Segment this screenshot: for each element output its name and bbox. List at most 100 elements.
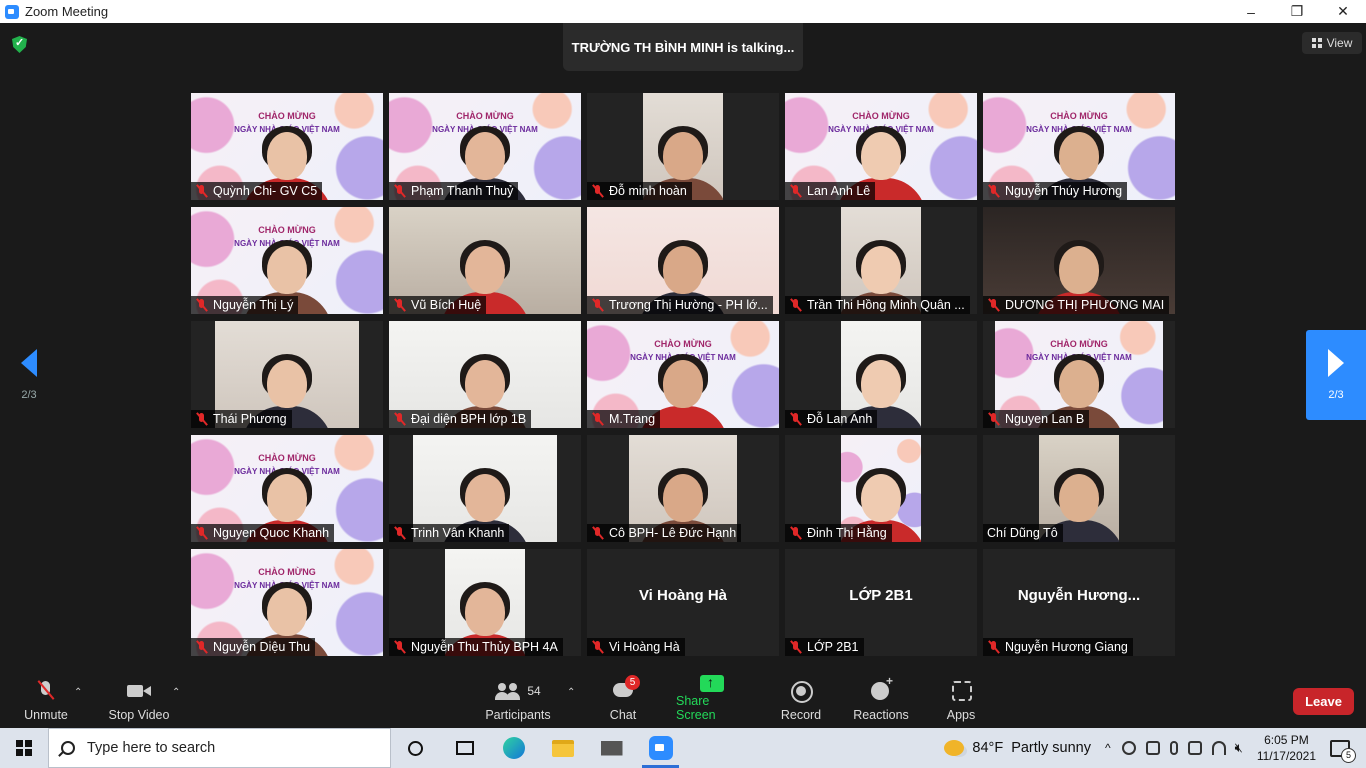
microphone-muted-icon xyxy=(789,184,802,198)
view-button[interactable]: View xyxy=(1302,32,1362,54)
meet-now-icon[interactable] xyxy=(1145,741,1160,755)
microphone-muted-icon xyxy=(195,640,208,654)
weather-description[interactable]: Partly sunny xyxy=(1011,740,1091,756)
maximize-button[interactable]: ❐ xyxy=(1274,0,1320,23)
start-button[interactable] xyxy=(0,728,48,768)
participant-tile[interactable]: Chí Dũng Tô xyxy=(983,435,1175,542)
microphone-muted-icon xyxy=(789,640,802,654)
participant-name-label: M.Trang xyxy=(587,410,661,428)
record-button[interactable]: Record xyxy=(780,673,822,728)
microphone-muted-icon xyxy=(393,526,406,540)
participant-tile[interactable]: DƯƠNG THỊ PHƯƠNG MAI xyxy=(983,207,1175,314)
microphone-muted-icon xyxy=(591,412,604,426)
participant-tile[interactable]: CHÀO MỪNGNGÀY NHÀ GIÁO VIỆT NAM20 - 11Ph… xyxy=(389,93,581,200)
apps-button[interactable]: Apps xyxy=(944,673,978,728)
participant-tile[interactable]: Trần Thi Hồng Minh Quân ... xyxy=(785,207,977,314)
microphone-muted-icon xyxy=(987,184,1000,198)
encryption-shield-icon[interactable] xyxy=(12,36,27,53)
participant-name-label: Đại diện BPH lớp 1B xyxy=(389,410,532,428)
participant-name-label: Cô BPH- Lê Đức Hạnh xyxy=(587,524,742,542)
microphone-icon[interactable] xyxy=(1169,741,1178,755)
participant-name-label: Chí Dũng Tô xyxy=(983,524,1063,542)
participant-tile[interactable]: CHÀO MỪNGNGÀY NHÀ GIÁO VIỆT NAM20 - 11La… xyxy=(785,93,977,200)
participant-name-label: Nguyễn Thúy Hương xyxy=(983,182,1128,200)
page-indicator-left: 2/3 xyxy=(21,389,37,401)
mail-taskbar-button[interactable] xyxy=(587,728,636,768)
arrow-left-icon xyxy=(21,349,37,377)
edge-taskbar-button[interactable] xyxy=(489,728,538,768)
participant-name-label: Lan Anh Lê xyxy=(785,182,876,200)
participant-tile[interactable]: CHÀO MỪNGNGÀY NHÀ GIÁO VIỆT NAM20 - 11Ng… xyxy=(191,549,383,656)
task-view-button[interactable] xyxy=(440,728,489,768)
taskbar-clock[interactable]: 6:05 PM 11/17/2021 xyxy=(1257,732,1316,764)
participant-tile[interactable]: CHÀO MỪNGNGÀY NHÀ GIÁO VIỆT NAM20 - 11Ng… xyxy=(191,207,383,314)
weather-temp[interactable]: 84°F xyxy=(972,740,1003,756)
help-icon[interactable] xyxy=(1121,741,1136,755)
close-button[interactable]: ✕ xyxy=(1320,0,1366,23)
participants-options-caret-icon[interactable]: ⌃ xyxy=(567,687,575,698)
participant-tile[interactable]: LỚP 2B1 LỚP 2B1 xyxy=(785,549,977,656)
participant-tile[interactable]: Cô BPH- Lê Đức Hạnh xyxy=(587,435,779,542)
wifi-icon[interactable] xyxy=(1211,741,1226,755)
participant-tile[interactable]: Nguyễn Thu Thủy BPH 4A xyxy=(389,549,581,656)
participant-name: Nguyễn Thúy Hương xyxy=(1005,184,1123,198)
view-label: View xyxy=(1326,36,1353,50)
participant-tile[interactable]: CHÀO MỪNGNGÀY NHÀ GIÁO VIỆT NAM20 - 11M.… xyxy=(587,321,779,428)
reactions-button[interactable]: Reactions xyxy=(853,673,909,728)
participant-tile[interactable]: CHÀO MỪNGNGÀY NHÀ GIÁO VIỆT NAM20 - 11Ng… xyxy=(983,93,1175,200)
minimize-button[interactable]: – xyxy=(1228,0,1274,23)
arrow-right-icon xyxy=(1328,349,1344,377)
previous-page-button[interactable]: 2/3 xyxy=(0,330,58,420)
zoom-taskbar-button[interactable] xyxy=(636,728,685,768)
show-hidden-icons-chevron-icon[interactable]: ^ xyxy=(1105,741,1111,755)
participant-name: Nguyễn Thu Thủy BPH 4A xyxy=(411,640,558,654)
weather-partly-sunny-icon[interactable] xyxy=(944,740,965,756)
taskbar-search-box[interactable]: Type here to search xyxy=(48,728,391,768)
participant-tile[interactable]: Đại diện BPH lớp 1B xyxy=(389,321,581,428)
participant-name: Chí Dũng Tô xyxy=(987,526,1058,540)
participant-tile[interactable]: Trinh Vân Khanh xyxy=(389,435,581,542)
cortana-button[interactable] xyxy=(391,728,440,768)
file-explorer-taskbar-button[interactable] xyxy=(538,728,587,768)
participant-tile[interactable]: Nguyễn Hương... Nguyễn Hương Giang xyxy=(983,549,1175,656)
participant-tile[interactable]: Thái Phương xyxy=(191,321,383,428)
leave-button[interactable]: Leave xyxy=(1293,688,1354,715)
chat-icon: 5 xyxy=(610,675,640,702)
stop-video-button[interactable]: Stop Video xyxy=(107,673,171,728)
share-screen-button[interactable]: Share Screen xyxy=(676,673,748,728)
participant-name: Trinh Vân Khanh xyxy=(411,526,505,540)
unmute-button[interactable]: Unmute xyxy=(22,673,70,728)
microphone-muted-icon xyxy=(591,298,604,312)
participants-button[interactable]: 54 Participants xyxy=(485,673,551,728)
participant-gallery: CHÀO MỪNGNGÀY NHÀ GIÁO VIỆT NAM20 - 11Qu… xyxy=(191,93,1176,657)
video-options-caret-icon[interactable]: ⌃ xyxy=(172,687,180,698)
participant-name-label: DƯƠNG THỊ PHƯƠNG MAI xyxy=(983,296,1170,314)
microphone-muted-icon xyxy=(591,640,604,654)
page-indicator-right: 2/3 xyxy=(1328,389,1344,401)
chat-button[interactable]: 5 Chat xyxy=(606,673,640,728)
microphone-muted-icon xyxy=(987,640,1000,654)
participant-name-label: Đỗ Lan Anh xyxy=(785,410,878,428)
battery-icon[interactable] xyxy=(1187,741,1202,755)
participant-tile[interactable]: CHÀO MỪNGNGÀY NHÀ GIÁO VIỆT NAM20 - 11Qu… xyxy=(191,93,383,200)
microphone-muted-icon xyxy=(987,412,1000,426)
microphone-muted-icon xyxy=(789,412,802,426)
participant-tile[interactable]: CHÀO MỪNGNGÀY NHÀ GIÁO VIỆT NAM20 - 11Ng… xyxy=(191,435,383,542)
participant-tile[interactable]: Đinh Thị Hằng xyxy=(785,435,977,542)
audio-options-caret-icon[interactable]: ⌃ xyxy=(74,687,82,698)
participant-tile[interactable]: Vũ Bích Huệ xyxy=(389,207,581,314)
participant-tile[interactable]: Đỗ Lan Anh xyxy=(785,321,977,428)
participant-tile[interactable]: Trương Thị Hường - PH lớ... xyxy=(587,207,779,314)
volume-muted-icon[interactable]: 🔇︎ xyxy=(1235,740,1243,756)
notification-center-icon[interactable]: 5 xyxy=(1330,739,1356,763)
next-page-button[interactable]: 2/3 xyxy=(1306,330,1366,420)
participant-tile[interactable]: CHÀO MỪNGNGÀY NHÀ GIÁO VIỆT NAM20 - 11Ng… xyxy=(983,321,1175,428)
participant-name-label: Đinh Thị Hằng xyxy=(785,524,892,542)
participant-name-label: Nguyễn Hương Giang xyxy=(983,638,1133,656)
search-icon xyxy=(61,741,75,755)
participant-name: Đỗ Lan Anh xyxy=(807,412,873,426)
participant-name-label: Trần Thi Hồng Minh Quân ... xyxy=(785,296,970,314)
participant-tile[interactable]: Vi Hoàng Hà Vi Hoàng Hà xyxy=(587,549,779,656)
video-camera-icon xyxy=(126,680,152,702)
participant-tile[interactable]: Đỗ minh hoàn xyxy=(587,93,779,200)
